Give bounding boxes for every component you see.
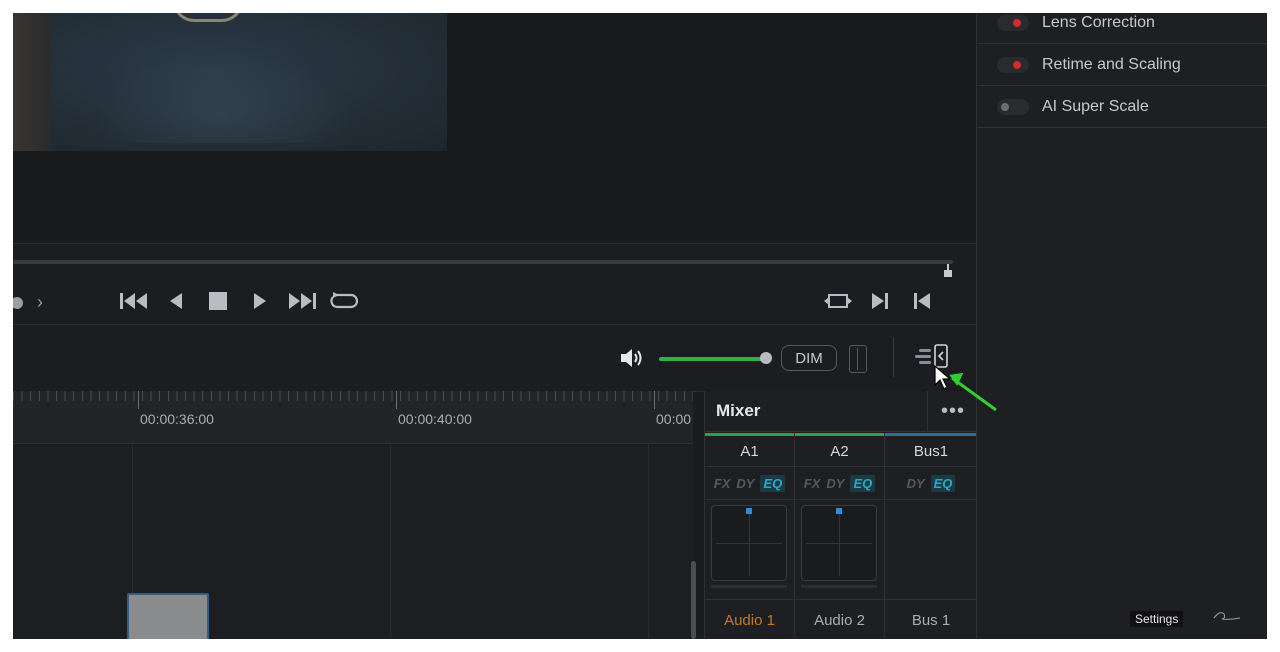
timeline-clip[interactable] (127, 593, 209, 639)
effect-item-lens-correction[interactable]: Lens Correction (977, 13, 1267, 44)
effect-label: Lens Correction (1042, 13, 1155, 31)
signature-logo-icon (1213, 612, 1241, 620)
led-icon (1013, 60, 1021, 69)
mixer-title: Mixer (716, 401, 761, 420)
mixer-panel: Mixer ••• A1 FX DY EQ Audio 1 A2 FX DY E… (704, 391, 977, 639)
jump-to-start-button[interactable] (119, 289, 149, 313)
transport-controls (119, 288, 371, 314)
volume-slider[interactable] (659, 357, 765, 361)
track-name: Audio 1 (705, 599, 794, 639)
jump-to-end-icon (289, 293, 316, 309)
audio-meter-toggle[interactable] (849, 345, 867, 373)
mixer-channel-a1: A1 FX DY EQ Audio 1 (705, 433, 795, 639)
led-icon (1001, 102, 1009, 111)
speaker-icon[interactable] (619, 347, 645, 369)
edit-nav-controls (823, 288, 949, 314)
stop-icon (209, 292, 227, 310)
chevron-right-icon[interactable]: › (37, 292, 43, 313)
video-viewer (13, 13, 976, 243)
effect-item-retime[interactable]: Retime and Scaling (977, 44, 1267, 86)
timecode-label: 00:00:40:00 (398, 411, 472, 427)
pan-control[interactable] (801, 505, 877, 581)
prev-edit-button[interactable] (907, 289, 937, 313)
match-frame-icon (824, 294, 852, 308)
pan-control[interactable] (711, 505, 787, 581)
dim-button[interactable]: DIM (781, 345, 837, 371)
enable-toggle[interactable] (997, 14, 1029, 31)
mixer-channel-a2: A2 FX DY EQ Audio 2 (795, 433, 885, 639)
loop-button[interactable] (329, 289, 359, 313)
dynamics-button[interactable]: DY (907, 476, 925, 491)
prev-edit-icon (914, 293, 930, 309)
channel-effects: FX DY EQ (705, 467, 794, 500)
enable-toggle[interactable] (997, 56, 1029, 73)
transport-bar: › (13, 243, 976, 324)
channel-name: A2 (795, 436, 884, 467)
track-name: Bus 1 (885, 599, 977, 639)
jump-to-start-icon (120, 293, 147, 309)
annotation-arrow-icon (949, 372, 997, 412)
scrubber-track[interactable] (13, 260, 953, 264)
channel-effects: FX DY EQ (795, 467, 884, 500)
channel-name: A1 (705, 436, 794, 467)
mixer-channel-bus1: Bus1 DY EQ Bus 1 (885, 433, 977, 639)
stop-button[interactable] (203, 289, 233, 313)
eq-button[interactable]: EQ (760, 474, 786, 492)
effect-label: Retime and Scaling (1042, 55, 1181, 73)
timecode-label: 00:00 (656, 411, 692, 427)
fx-button[interactable]: FX (804, 476, 821, 491)
volume-slider-knob[interactable] (760, 352, 772, 364)
match-frame-button[interactable] (823, 289, 853, 313)
play-reverse-icon (170, 293, 182, 309)
led-icon (1013, 18, 1021, 27)
timeline-ruler[interactable]: 00:00:36:00 00:00:40:00 00:00 (13, 391, 693, 444)
loop-icon (330, 292, 359, 309)
inspector-panel: Lens Correction Retime and Scaling AI Su… (976, 13, 1267, 639)
settings-caption: Settings (1130, 611, 1184, 627)
next-edit-icon (872, 293, 888, 309)
app-window: › DIM 00:00:36:00 00:00:40:00 00:00 Mixe… (13, 13, 1267, 639)
channel-name: Bus1 (885, 436, 977, 467)
divider (893, 337, 894, 377)
timecode-label: 00:00:36:00 (140, 411, 214, 427)
effect-item-super-scale[interactable]: AI Super Scale (977, 86, 1267, 128)
next-edit-button[interactable] (865, 289, 895, 313)
effect-label: AI Super Scale (1042, 97, 1149, 115)
video-frame (13, 13, 447, 151)
timeline[interactable]: 00:00:36:00 00:00:40:00 00:00 (13, 391, 696, 639)
prev-frame-button[interactable] (161, 289, 191, 313)
enable-toggle[interactable] (997, 98, 1029, 115)
play-button[interactable] (245, 289, 275, 313)
audio-control-row: DIM (13, 324, 976, 392)
play-icon (254, 293, 266, 309)
channel-effects: DY EQ (885, 467, 977, 500)
dynamics-button[interactable]: DY (826, 476, 844, 491)
eq-button[interactable]: EQ (850, 474, 876, 492)
playhead-icon[interactable] (943, 264, 953, 278)
dot-icon[interactable] (13, 296, 23, 309)
jump-to-end-button[interactable] (287, 289, 317, 313)
eq-button[interactable]: EQ (930, 474, 956, 492)
viewer-nav: › (13, 292, 43, 313)
track-name: Audio 2 (795, 599, 884, 639)
timeline-scrollbar[interactable] (691, 561, 696, 639)
dynamics-button[interactable]: DY (736, 476, 754, 491)
fx-button[interactable]: FX (714, 476, 731, 491)
